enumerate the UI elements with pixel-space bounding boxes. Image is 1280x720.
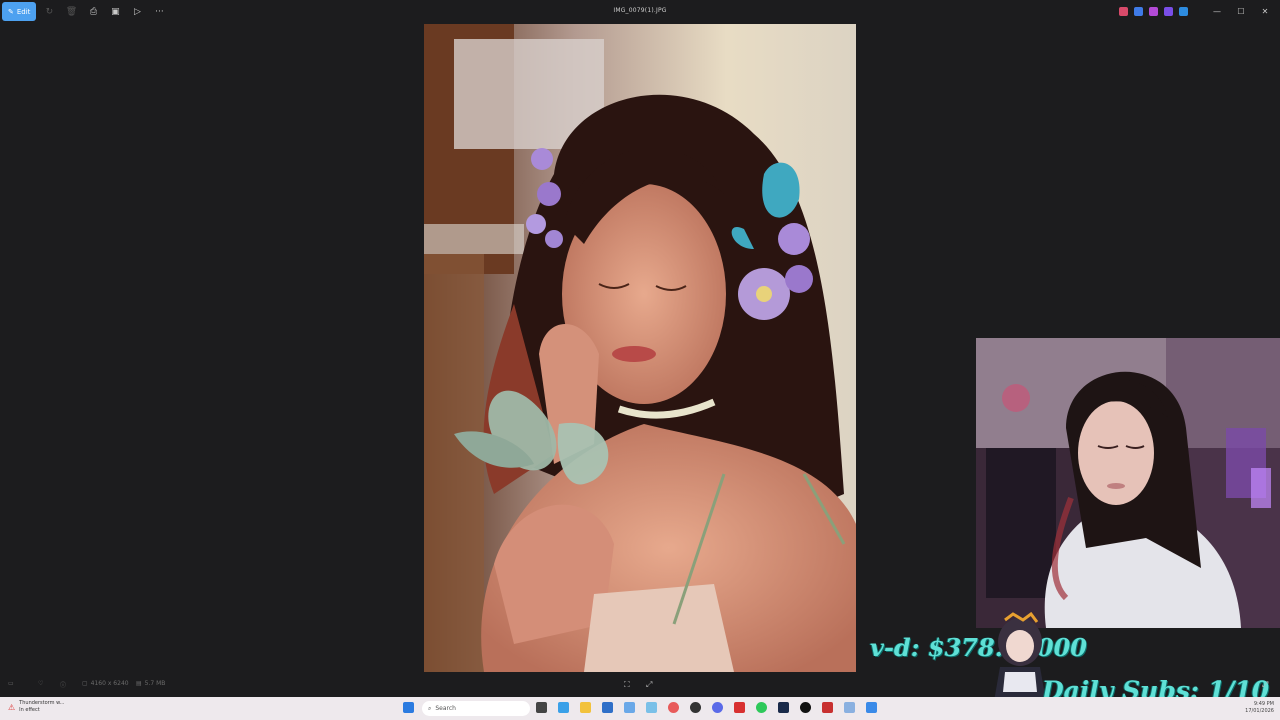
start-icon[interactable] [403,702,414,713]
discord-icon[interactable] [712,702,723,713]
file-explorer-icon[interactable] [580,702,591,713]
webcam-feed [976,338,1280,628]
filmstrip-icon[interactable]: ▭ [8,680,14,687]
photo-illustration [424,24,856,672]
actual-size-icon[interactable]: ⤢ [646,680,652,690]
file-size-icon: ▤ [136,680,142,687]
photo-image [424,24,856,672]
window-controls: — ☐ ✕ [1119,4,1274,18]
app-icon[interactable] [800,702,811,713]
title-bar: ✎ Edit ↻ 🗑 ⎙ ▣ ▷ ··· IMG_0079(1).JPG — ☐… [0,0,1280,24]
clock-time: 9:49 PM [1253,701,1274,707]
search-placeholder: Search [435,705,456,712]
file-size: ▤ 5.7 MB [136,680,165,687]
mail-icon[interactable] [624,702,635,713]
close-button[interactable]: ✕ [1256,4,1274,18]
minimize-button[interactable]: — [1208,4,1226,18]
image-dimensions: ▢ 4160 x 6240 [82,680,129,687]
notification-subtitle: In effect [19,707,40,713]
task-view-icon[interactable] [536,702,547,713]
app-icon[interactable] [1134,6,1143,16]
store-icon[interactable] [602,702,613,713]
clock-date: 17/01/2026 [1245,708,1274,714]
photo-viewer-window: ✎ Edit ↻ 🗑 ⎙ ▣ ▷ ··· IMG_0079(1).JPG — ☐… [0,0,1280,720]
fullscreen-icon[interactable]: ⤢ [1262,680,1268,690]
app-icon[interactable] [844,702,855,713]
opera-icon[interactable] [668,702,679,713]
info-bar: ▭ ♡ ⓘ ▢ 4160 x 6240 ▤ 5.7 MB ⛶ ⤢ ⤢ [0,676,1280,694]
search-icon: ⌕ [428,704,432,712]
taskbar: ⚠ Thunderstorm w... In effect ⌕ Search 9… [0,697,1280,720]
fit-to-window-icon[interactable]: ⛶ [624,680,630,690]
favorite-icon[interactable]: ♡ [38,680,43,687]
notification-title: Thunderstorm w... [19,700,65,706]
obs-icon[interactable] [690,702,701,713]
app-icon[interactable] [734,702,745,713]
dimensions-icon: ▢ [82,680,88,687]
steam-icon[interactable] [778,702,789,713]
dimensions-text: 4160 x 6240 [90,680,129,687]
app-icon[interactable] [1149,6,1158,16]
edge-icon[interactable] [558,702,569,713]
file-title: IMG_0079(1).JPG [613,7,667,14]
cloud-icon[interactable] [1179,6,1188,16]
webcam-illustration [976,338,1280,628]
photos-icon[interactable] [866,702,877,713]
alert-icon: ⚠ [8,702,16,712]
taskbar-search[interactable]: ⌕ Search [422,701,530,716]
info-icon[interactable]: ⓘ [60,680,66,689]
file-size-text: 5.7 MB [144,680,166,687]
app-icon[interactable] [1164,6,1173,16]
system-clock[interactable]: 9:49 PM 17/01/2026 [1245,701,1274,715]
weather-notification[interactable]: ⚠ Thunderstorm w... In effect [8,700,65,714]
maximize-button[interactable]: ☐ [1232,4,1250,18]
spotify-icon[interactable] [756,702,767,713]
app-icon[interactable] [646,702,657,713]
app-icon[interactable] [822,702,833,713]
app-icon[interactable] [1119,6,1128,16]
